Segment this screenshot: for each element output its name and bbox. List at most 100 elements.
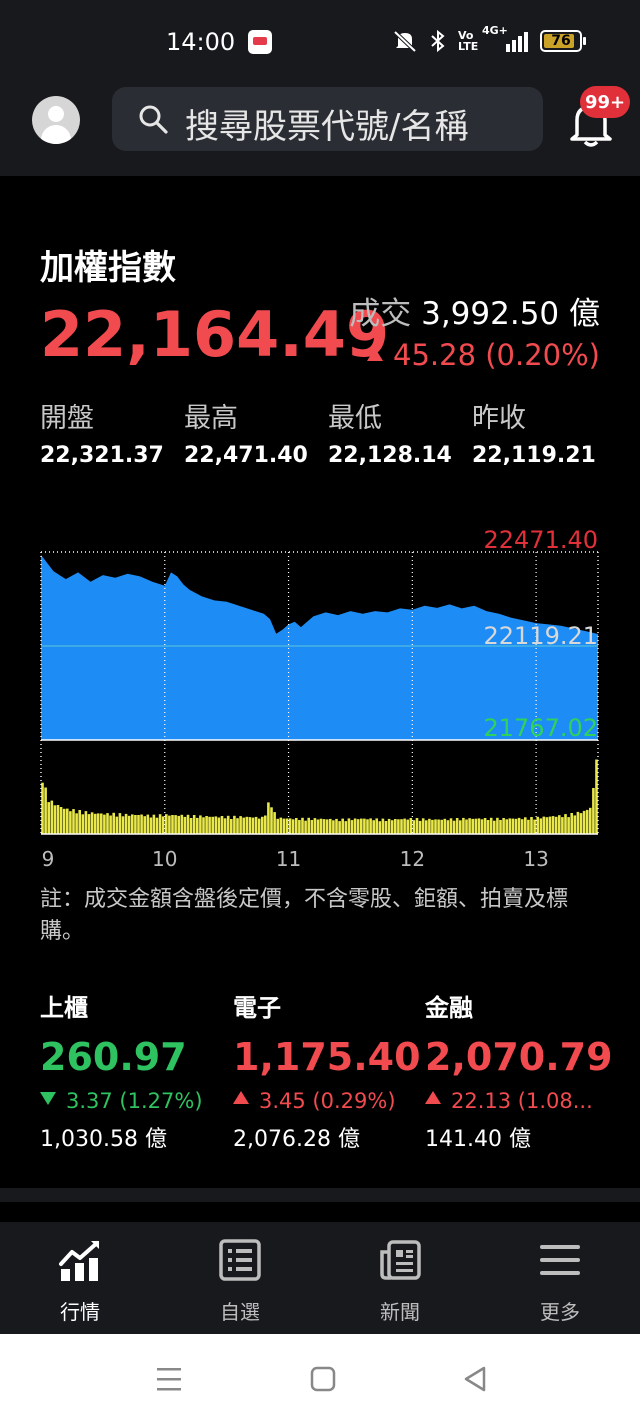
system-nav-bar — [0, 1334, 640, 1422]
volume-bar — [186, 814, 190, 834]
volume-bar — [158, 814, 162, 834]
volume-bar — [344, 821, 348, 834]
price-label-reference: 22119.21 — [483, 622, 598, 650]
volume-bar — [564, 814, 567, 834]
volume-bar — [428, 818, 431, 834]
nav-item-news[interactable]: 新聞 — [350, 1238, 450, 1325]
volume-bar — [313, 818, 317, 834]
volume-bar — [59, 807, 63, 834]
ohlc-low: 最低 22,128.14 — [328, 396, 468, 468]
volume-bar — [115, 816, 119, 834]
notification-badge: 99+ — [580, 86, 631, 118]
volume-bar — [124, 813, 128, 834]
volume-bar — [72, 809, 75, 834]
ohlc-label: 昨收 — [472, 403, 526, 434]
nav-label: 行情 — [60, 1300, 100, 1324]
volume-bar — [335, 818, 338, 834]
volume-bar — [233, 815, 236, 834]
volume-bar — [542, 816, 546, 834]
nav-item-market[interactable]: 行情 — [30, 1238, 130, 1325]
nav-item-watchlist[interactable]: 自選 — [190, 1238, 290, 1325]
x-tick-label: 9 — [42, 847, 55, 871]
nav-item-more[interactable]: 更多 — [510, 1238, 610, 1325]
home-icon[interactable] — [310, 1366, 336, 1392]
volume-bar — [369, 818, 372, 834]
chart-icon — [59, 1241, 99, 1281]
sub-index-electronics[interactable]: 電子 1,175.40 3.45 (0.29%) 2,076.28 億 — [233, 988, 421, 1153]
volume-bar — [199, 815, 202, 834]
volume-bar — [121, 816, 125, 834]
sub-index-otc[interactable]: 上櫃 260.97 3.37 (1.27%) 1,030.58 億 — [40, 988, 220, 1153]
volume-bar — [106, 813, 109, 834]
sub-index-name: 金融 — [425, 994, 473, 1022]
ohlc-value: 22,119.21 — [472, 443, 596, 468]
volume-bar — [397, 819, 400, 834]
volume-bar — [329, 818, 332, 834]
app-notification-icon — [248, 30, 272, 54]
volume-bar — [62, 808, 66, 834]
sub-index-amount: 2,076.28 億 — [233, 1127, 360, 1152]
volume-bar — [511, 818, 515, 834]
volume-bar — [276, 818, 279, 834]
volume-bar — [288, 818, 292, 834]
nav-label: 更多 — [540, 1300, 580, 1324]
volume-bar — [319, 818, 323, 834]
volume-bar — [468, 818, 471, 834]
volume-bar — [81, 814, 85, 834]
volume-bar — [561, 817, 564, 834]
recent-apps-icon[interactable] — [156, 1366, 182, 1392]
volume-bar — [183, 816, 187, 834]
x-tick-label: 12 — [400, 847, 425, 871]
sub-index-change-value: 22.13 (1.08... — [451, 1089, 593, 1113]
bluetooth-icon — [431, 29, 445, 53]
volume-bar — [134, 815, 137, 834]
volume-bar — [517, 817, 521, 834]
volume-bar — [372, 820, 375, 834]
up-arrow-icon — [233, 1091, 249, 1104]
volume-bar — [589, 807, 592, 834]
volume-bar — [230, 819, 233, 834]
volume-bar — [143, 816, 146, 834]
volume-bar — [434, 819, 437, 834]
volume-bar — [93, 813, 97, 834]
mute-icon — [393, 30, 417, 53]
volume-bar — [425, 820, 428, 834]
volume-bar — [431, 819, 434, 834]
volume-bar — [304, 820, 307, 834]
volume-bar — [579, 813, 583, 834]
nav-label: 自選 — [220, 1300, 260, 1324]
ohlc-value: 22,321.37 — [40, 443, 164, 468]
avatar[interactable] — [32, 96, 80, 144]
volume-bar — [205, 816, 208, 834]
volume-bar — [189, 818, 193, 834]
volume-bar — [165, 814, 168, 834]
volume-bar — [325, 819, 329, 834]
sub-index-change: 22.13 (1.08... — [425, 1089, 605, 1113]
volume-bar — [254, 816, 258, 834]
volume-label: 成交 — [349, 296, 412, 332]
volume-bar — [353, 818, 357, 834]
volume-bar — [196, 817, 199, 834]
volume-bar — [44, 787, 47, 834]
back-icon[interactable] — [462, 1366, 488, 1392]
volume-bar — [251, 817, 255, 834]
search-bar[interactable]: 搜尋股票代號/名稱 — [112, 87, 543, 151]
volume-bar — [248, 817, 252, 834]
sub-index-finance[interactable]: 金融 2,070.79 22.13 (1.08... 141.40 億 — [425, 988, 613, 1153]
status-time: 14:00 — [166, 28, 236, 56]
ohlc-open: 開盤 22,321.37 — [40, 396, 180, 468]
volume-bar — [56, 805, 60, 834]
volume-bar — [78, 810, 81, 834]
volume-bar — [570, 813, 573, 834]
ohlc-value: 22,128.14 — [328, 443, 452, 468]
volume-bar — [47, 802, 50, 834]
sub-index-change: 3.37 (1.27%) — [40, 1089, 220, 1113]
volume-bar — [236, 818, 239, 834]
index-value: 22,164.49 — [40, 298, 390, 371]
status-bar: 14:00 Vo LTE 4G+ 76 — [0, 0, 640, 84]
signal-icon: 4G+ — [482, 24, 528, 52]
volume-bar — [322, 819, 326, 834]
volume-bar — [137, 815, 140, 834]
volume-bar — [285, 818, 289, 834]
intraday-chart[interactable]: 9 10 11 12 13 22471.40 22119.21 21767.02 — [0, 520, 640, 880]
